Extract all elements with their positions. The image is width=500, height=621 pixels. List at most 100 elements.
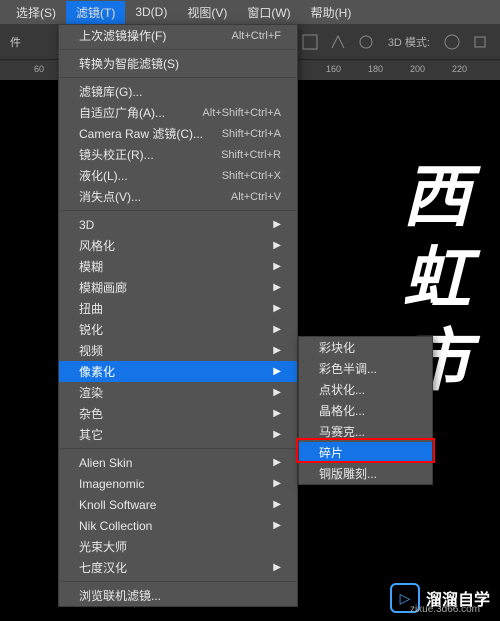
menu-item[interactable]: 光束大师 — [59, 536, 297, 557]
ruler-tick: 180 — [368, 64, 383, 74]
ruler-tick: 200 — [410, 64, 425, 74]
ruler-tick: 160 — [326, 64, 341, 74]
submenu-arrow-icon: ▶ — [273, 478, 281, 489]
submenu-item-label: 点状化... — [319, 381, 365, 398]
menu-item[interactable]: 七度汉化 ▶ — [59, 557, 297, 578]
menu-item-label: 扭曲 — [79, 300, 103, 317]
menu-item[interactable]: 镜头校正(R)...Shift+Ctrl+R — [59, 144, 297, 165]
menu-item-label: 视频 — [79, 342, 103, 359]
menu-item-label: Knoll Software — [79, 498, 156, 512]
menu-shortcut: Shift+Ctrl+A — [222, 128, 281, 140]
ruler-tick: 220 — [452, 64, 467, 74]
menu-item-label: 风格化 — [79, 237, 115, 254]
menu-item-label: 滤镜库(G)... — [79, 83, 142, 100]
menu-separator — [60, 49, 296, 50]
menu-item-label: 3D — [79, 218, 94, 232]
menu-separator — [60, 448, 296, 449]
submenu-item[interactable]: 铜版雕刻... — [299, 463, 432, 484]
submenu-arrow-icon: ▶ — [273, 261, 281, 272]
submenu-arrow-icon: ▶ — [273, 387, 281, 398]
menu-item[interactable]: 锐化▶ — [59, 319, 297, 340]
orbit-icon[interactable] — [442, 32, 462, 52]
menu-item[interactable]: 杂色▶ — [59, 403, 297, 424]
menu-item[interactable]: Alien Skin ▶ — [59, 452, 297, 473]
submenu-item-label: 马赛克... — [319, 423, 365, 440]
menu-view[interactable]: 视图(V) — [177, 1, 237, 24]
tool-icon-2[interactable] — [328, 32, 348, 52]
submenu-arrow-icon: ▶ — [273, 282, 281, 293]
menu-item[interactable]: Knoll Software ▶ — [59, 494, 297, 515]
submenu-arrow-icon: ▶ — [273, 366, 281, 377]
submenu-item-label: 晶格化... — [319, 402, 365, 419]
menu-window[interactable]: 窗口(W) — [237, 1, 300, 24]
menu-item-label: 七度汉化 — [79, 559, 127, 576]
menu-item[interactable]: 液化(L)... Shift+Ctrl+X — [59, 165, 297, 186]
menu-item-label: 液化(L)... — [79, 167, 128, 184]
menu-item-label: 其它 — [79, 426, 103, 443]
menu-item[interactable]: 模糊 ▶ — [59, 256, 297, 277]
menu-item-label: Alien Skin — [79, 456, 132, 470]
menu-item-label: 杂色 — [79, 405, 103, 422]
mode-label: 3D 模式: — [388, 34, 430, 50]
menu-item[interactable]: 其它▶ — [59, 424, 297, 445]
submenu-item[interactable]: 点状化... — [299, 379, 432, 400]
menu-item[interactable]: 浏览联机滤镜... — [59, 585, 297, 606]
menu-item[interactable]: 像素化▶ — [59, 361, 297, 382]
menu-item[interactable]: 模糊画廊▶ — [59, 277, 297, 298]
menu-item[interactable]: 自适应广角(A)... Alt+Shift+Ctrl+A — [59, 102, 297, 123]
submenu-item[interactable]: 彩块化 — [299, 337, 432, 358]
menu-item-label: 光束大师 — [79, 538, 127, 555]
menu-3d[interactable]: 3D(D) — [125, 2, 177, 22]
menu-item[interactable]: 风格化 ▶ — [59, 235, 297, 256]
submenu-item-label: 彩色半调... — [319, 360, 377, 377]
menu-select[interactable]: 选择(S) — [6, 1, 66, 24]
menu-item[interactable]: 视频 ▶ — [59, 340, 297, 361]
menu-item[interactable]: 消失点(V)... Alt+Ctrl+V — [59, 186, 297, 207]
menu-help[interactable]: 帮助(H) — [301, 1, 362, 24]
menu-item[interactable]: 3D ▶ — [59, 214, 297, 235]
menu-item-label: 上次滤镜操作(F) — [79, 27, 166, 44]
menu-item[interactable]: 扭曲 ▶ — [59, 298, 297, 319]
menu-separator — [60, 581, 296, 582]
submenu-item[interactable]: 晶格化... — [299, 400, 432, 421]
tool-icon-3[interactable] — [356, 32, 376, 52]
menu-shortcut: Alt+Shift+Ctrl+A — [202, 107, 281, 119]
menu-shortcut: Alt+Ctrl+F — [231, 30, 281, 42]
menu-shortcut: Shift+Ctrl+X — [222, 170, 281, 182]
submenu-arrow-icon: ▶ — [273, 562, 281, 573]
menu-item[interactable]: 上次滤镜操作(F) Alt+Ctrl+F — [59, 25, 297, 46]
filter-dropdown: 上次滤镜操作(F) Alt+Ctrl+F 转换为智能滤镜(S) 滤镜库(G)... 自适… — [58, 24, 298, 607]
submenu-arrow-icon: ▶ — [273, 324, 281, 335]
menu-filter[interactable]: 滤镜(T) — [66, 1, 125, 24]
menubar: 选择(S) 滤镜(T) 3D(D) 视图(V) 窗口(W) 帮助(H) — [0, 0, 500, 24]
submenu-arrow-icon: ▶ — [273, 219, 281, 230]
submenu-arrow-icon: ▶ — [273, 520, 281, 531]
menu-item[interactable]: 滤镜库(G)... — [59, 81, 297, 102]
submenu-arrow-icon: ▶ — [273, 499, 281, 510]
menu-item[interactable]: Camera Raw 滤镜(C)... Shift+Ctrl+A — [59, 123, 297, 144]
ruler-tick: 60 — [34, 64, 44, 74]
submenu-item[interactable]: 碎片 — [299, 442, 432, 463]
tool-icon-1[interactable] — [300, 32, 320, 52]
menu-item-label: 转换为智能滤镜(S) — [79, 55, 179, 72]
menu-item[interactable]: 渲染 ▶ — [59, 382, 297, 403]
menu-item-label: 模糊 — [79, 258, 103, 275]
menu-item-label: 渲染 — [79, 384, 103, 401]
menu-item-label: 镜头校正(R)... — [79, 146, 154, 163]
submenu-arrow-icon: ▶ — [273, 240, 281, 251]
menu-item[interactable]: Imagenomic▶ — [59, 473, 297, 494]
submenu-arrow-icon: ▶ — [273, 303, 281, 314]
submenu-item[interactable]: 马赛克... — [299, 421, 432, 442]
menu-item[interactable]: 转换为智能滤镜(S) — [59, 53, 297, 74]
menu-item-label: Camera Raw 滤镜(C)... — [79, 125, 203, 142]
submenu-arrow-icon: ▶ — [273, 345, 281, 356]
submenu-arrow-icon: ▶ — [273, 457, 281, 468]
menu-item-label: 消失点(V)... — [79, 188, 141, 205]
pan-icon[interactable] — [470, 32, 490, 52]
menu-shortcut: Alt+Ctrl+V — [231, 191, 281, 203]
watermark: ▷ 溜溜自学 zixue.3d66.com — [390, 583, 490, 613]
submenu-item[interactable]: 彩色半调... — [299, 358, 432, 379]
menu-item[interactable]: Nik Collection ▶ — [59, 515, 297, 536]
menu-item-label: Nik Collection — [79, 519, 152, 533]
menu-item-label: 自适应广角(A)... — [79, 104, 165, 121]
